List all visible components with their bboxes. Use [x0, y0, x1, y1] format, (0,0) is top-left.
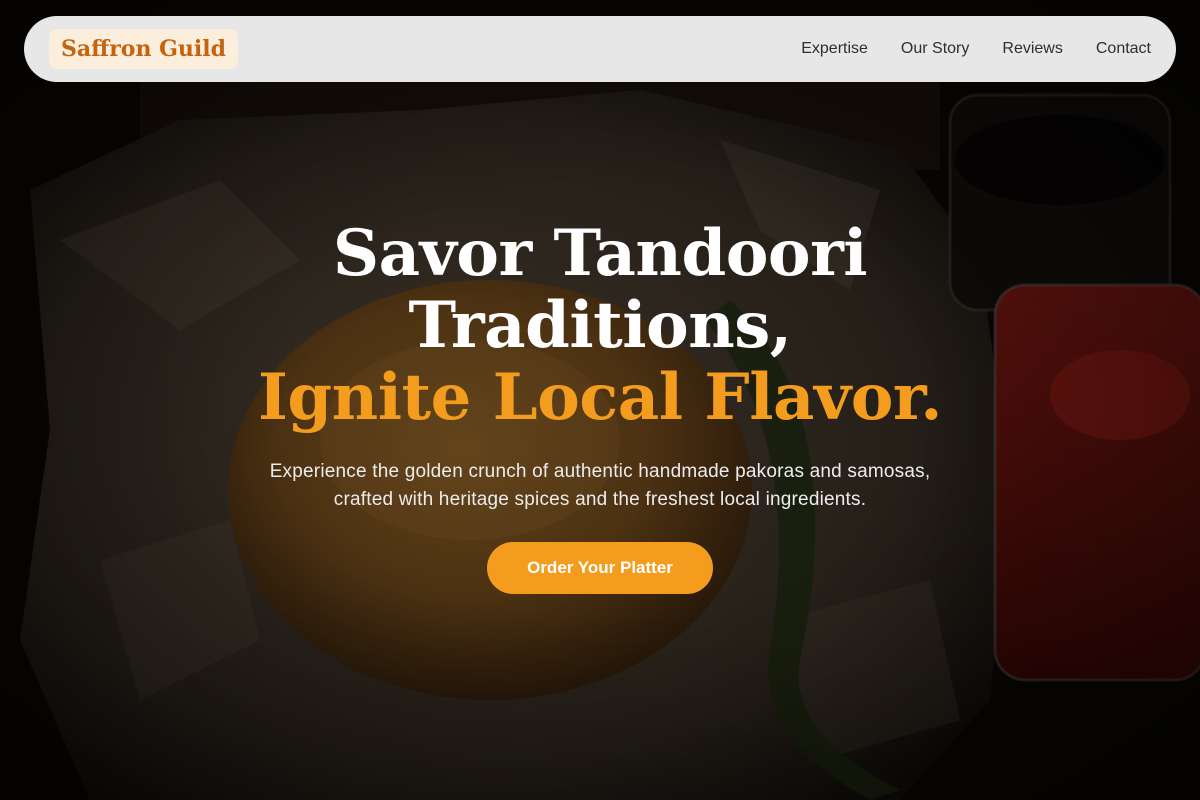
hero-title-line-2: Traditions,	[408, 288, 792, 363]
hero-subtitle: Experience the golden crunch of authenti…	[269, 461, 931, 510]
nav-link-reviews[interactable]: Reviews	[1002, 40, 1062, 58]
nav-links: Expertise Our Story Reviews Contact	[801, 40, 1151, 58]
nav-link-expertise[interactable]: Expertise	[801, 40, 868, 58]
nav-link-contact[interactable]: Contact	[1096, 40, 1151, 58]
hero-section: Savor Tandoori Traditions, Ignite Local …	[0, 218, 1200, 594]
brand-name: Saffron Guild	[61, 36, 226, 62]
top-navigation-bar: Saffron Guild Expertise Our Story Review…	[24, 16, 1176, 82]
nav-link-our-story[interactable]: Our Story	[901, 40, 969, 58]
hero-title-line-1: Savor Tandoori	[332, 216, 868, 291]
hero-title-accent: Ignite Local Flavor.	[257, 360, 943, 435]
hero-title: Savor Tandoori Traditions, Ignite Local …	[0, 218, 1200, 434]
order-platter-button[interactable]: Order Your Platter	[487, 542, 713, 594]
brand-logo-link[interactable]: Saffron Guild	[49, 29, 238, 69]
